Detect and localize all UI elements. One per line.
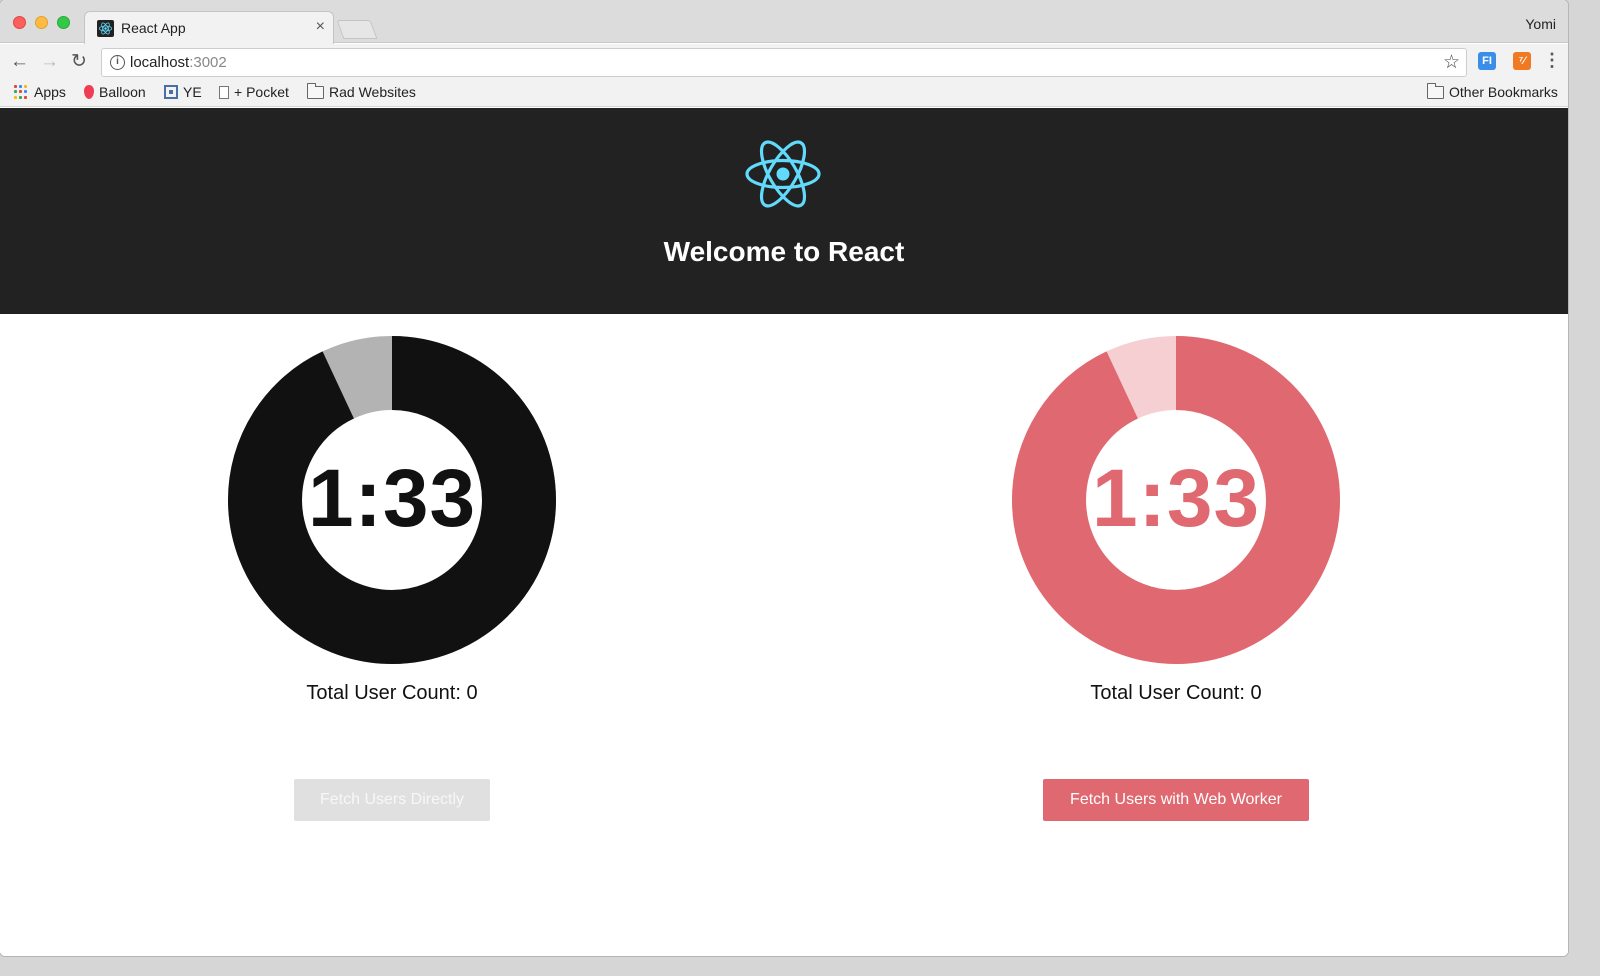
- url-port: :3002: [189, 54, 227, 71]
- fetch-users-web-worker-button[interactable]: Fetch Users with Web Worker: [1043, 779, 1309, 821]
- ye-icon: [164, 85, 178, 99]
- left-timer-panel: 1:33 Total User Count: 0 Fetch Users Dir…: [192, 334, 592, 854]
- tab-strip: React App × Yomi: [0, 0, 1568, 44]
- bookmark-star-icon[interactable]: ☆: [1443, 51, 1460, 74]
- bookmark-other[interactable]: Other Bookmarks: [1427, 82, 1558, 100]
- maximize-window-button[interactable]: [57, 16, 70, 29]
- react-favicon-icon: [97, 20, 114, 37]
- forward-arrow-icon[interactable]: →: [40, 51, 59, 73]
- url-text: localhost:3002: [130, 54, 227, 71]
- bookmark-ye-label: YE: [183, 84, 202, 100]
- address-bar[interactable]: i localhost:3002 ☆: [101, 48, 1467, 77]
- reload-icon[interactable]: ↻: [71, 51, 87, 73]
- bookmarks-bar: Apps Balloon YE + Pocket Rad Websites Ot…: [0, 81, 1568, 107]
- page-title: Welcome to React: [663, 236, 905, 267]
- app-header: Welcome to React: [0, 108, 1568, 314]
- right-user-count: Total User Count: 0: [1090, 682, 1262, 704]
- bookmark-balloon[interactable]: Balloon: [84, 84, 146, 100]
- close-window-button[interactable]: [13, 16, 26, 29]
- right-timer-panel: 1:33 Total User Count: 0 Fetch Users wit…: [976, 334, 1376, 854]
- left-user-count: Total User Count: 0: [306, 682, 478, 704]
- react-logo-icon: [745, 140, 821, 208]
- bookmark-apps-label: Apps: [34, 84, 66, 100]
- bookmark-rad-websites[interactable]: Rad Websites: [307, 82, 416, 100]
- page-icon: [219, 85, 229, 99]
- bookmark-rad-websites-label: Rad Websites: [329, 84, 416, 100]
- info-icon[interactable]: i: [110, 55, 125, 70]
- profile-name[interactable]: Yomi: [1525, 16, 1556, 32]
- browser-toolbar: ← → ↻ i localhost:3002 ☆ FI ⁷⁄ ⋮: [0, 44, 1568, 81]
- bookmark-other-label: Other Bookmarks: [1449, 84, 1558, 100]
- balloon-icon: [84, 85, 94, 99]
- browser-menu-icon[interactable]: ⋮: [1543, 50, 1561, 71]
- extension-orange-icon[interactable]: ⁷⁄: [1513, 52, 1531, 70]
- back-arrow-icon[interactable]: ←: [10, 51, 29, 73]
- browser-window: React App × Yomi ← → ↻ i localhost:3002 …: [0, 0, 1568, 956]
- new-tab-button[interactable]: [336, 20, 378, 39]
- bookmark-balloon-label: Balloon: [99, 84, 146, 100]
- minimize-window-button[interactable]: [35, 16, 48, 29]
- left-timer: 1:33: [307, 453, 477, 544]
- apps-grid-icon: [14, 84, 29, 100]
- bookmark-pocket-label: + Pocket: [234, 84, 289, 100]
- bookmark-ye[interactable]: YE: [164, 84, 202, 100]
- extension-fi-icon[interactable]: FI: [1478, 52, 1496, 70]
- bookmark-apps[interactable]: Apps: [14, 84, 66, 100]
- tab-react-app[interactable]: React App ×: [84, 11, 334, 44]
- fetch-users-directly-button[interactable]: Fetch Users Directly: [294, 779, 490, 821]
- folder-icon: [307, 82, 324, 99]
- tab-close-icon[interactable]: ×: [316, 18, 325, 36]
- url-host: localhost: [130, 54, 190, 71]
- tab-title: React App: [121, 20, 186, 36]
- folder-icon: [1427, 82, 1444, 99]
- page-content: Welcome to React 1:33 Total User Count: …: [0, 108, 1568, 956]
- right-timer: 1:33: [1091, 453, 1261, 544]
- bookmark-pocket[interactable]: + Pocket: [219, 84, 289, 100]
